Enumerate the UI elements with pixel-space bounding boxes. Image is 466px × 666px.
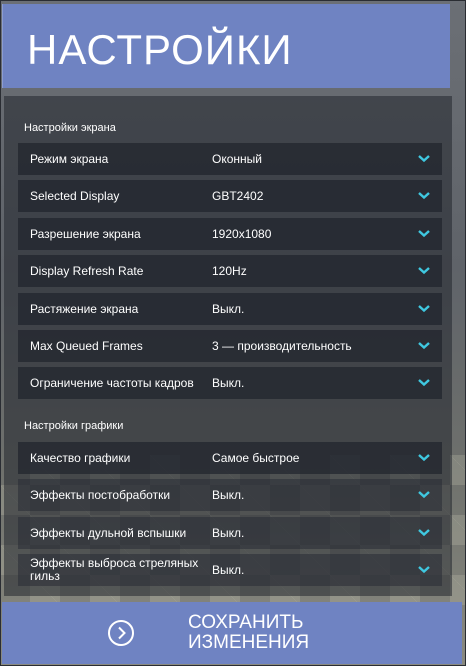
- setting-value: 3 — производительность: [212, 339, 352, 353]
- setting-value: Выкл.: [212, 526, 245, 540]
- setting-row-selected-display[interactable]: Selected Display GBT2402: [18, 180, 442, 212]
- section-label-screen: Настройки экрана: [24, 122, 116, 134]
- setting-label: Ограничение частоты кадров: [30, 376, 194, 390]
- setting-value: GBT2402: [212, 189, 264, 203]
- setting-row-resolution[interactable]: Разрешение экрана 1920x1080: [18, 218, 442, 250]
- arrow-right-circle-icon: [108, 620, 134, 646]
- setting-row-refresh-rate[interactable]: Display Refresh Rate 120Hz: [18, 255, 442, 287]
- setting-value: 1920x1080: [212, 227, 272, 241]
- page-title: НАСТРОЙКИ: [27, 26, 293, 73]
- chevron-down-icon[interactable]: [416, 337, 432, 353]
- setting-row-max-queued-frames[interactable]: Max Queued Frames 3 — производительность: [18, 330, 442, 362]
- setting-label: Качество графики: [30, 451, 131, 465]
- save-changes-label: СОХРАНИТЬ ИЗМЕНЕНИЯ: [188, 613, 348, 653]
- chevron-down-icon[interactable]: [416, 150, 432, 166]
- setting-label: Разрешение экрана: [30, 227, 141, 241]
- save-changes-button[interactable]: СОХРАНИТЬ ИЗМЕНЕНИЯ: [2, 602, 462, 664]
- save-label-line2: ИЗМЕНЕНИЯ: [188, 632, 310, 653]
- setting-value: Выкл.: [212, 488, 245, 502]
- chevron-down-icon[interactable]: [416, 561, 432, 577]
- setting-label: Растяжение экрана: [30, 302, 139, 316]
- chevron-down-icon[interactable]: [416, 262, 432, 278]
- chevron-down-icon[interactable]: [416, 300, 432, 316]
- chevron-down-icon[interactable]: [416, 486, 432, 502]
- setting-value: Выкл.: [212, 376, 245, 390]
- setting-value: Оконный: [212, 152, 262, 166]
- setting-label: Эффекты дульной вспышки: [30, 526, 187, 540]
- setting-row-frame-rate-limit[interactable]: Ограничение частоты кадров Выкл.: [18, 367, 442, 399]
- setting-label: Режим экрана: [30, 152, 109, 166]
- setting-row-screen-stretch[interactable]: Растяжение экрана Выкл.: [18, 293, 442, 325]
- chevron-down-icon[interactable]: [416, 524, 432, 540]
- chevron-down-icon[interactable]: [416, 374, 432, 390]
- setting-label: Эффекты выброса стреляных гильз: [30, 556, 199, 583]
- chevron-down-icon[interactable]: [416, 225, 432, 241]
- setting-label: Max Queued Frames: [30, 339, 143, 353]
- setting-row-screen-mode[interactable]: Режим экрана Оконный: [18, 143, 442, 175]
- save-label-line1: СОХРАНИТЬ: [188, 612, 304, 633]
- setting-row-shell-ejection[interactable]: Эффекты выброса стреляных гильз Выкл.: [18, 554, 442, 586]
- setting-label: Display Refresh Rate: [30, 264, 144, 278]
- setting-label: Selected Display: [30, 189, 120, 203]
- chevron-down-icon[interactable]: [416, 449, 432, 465]
- setting-value: Выкл.: [212, 563, 245, 577]
- setting-row-graphics-quality[interactable]: Качество графики Самое быстрое: [18, 442, 442, 474]
- setting-value: Выкл.: [212, 302, 245, 316]
- header-bar: НАСТРОЙКИ: [2, 4, 450, 88]
- setting-value: Самое быстрое: [212, 451, 300, 465]
- setting-row-post-processing[interactable]: Эффекты постобработки Выкл.: [18, 479, 442, 511]
- setting-row-muzzle-flash[interactable]: Эффекты дульной вспышки Выкл.: [18, 517, 442, 549]
- section-label-graphics: Настройки графики: [24, 420, 124, 432]
- chevron-down-icon[interactable]: [416, 187, 432, 203]
- setting-value: 120Hz: [212, 264, 247, 278]
- setting-label: Эффекты постобработки: [30, 488, 171, 502]
